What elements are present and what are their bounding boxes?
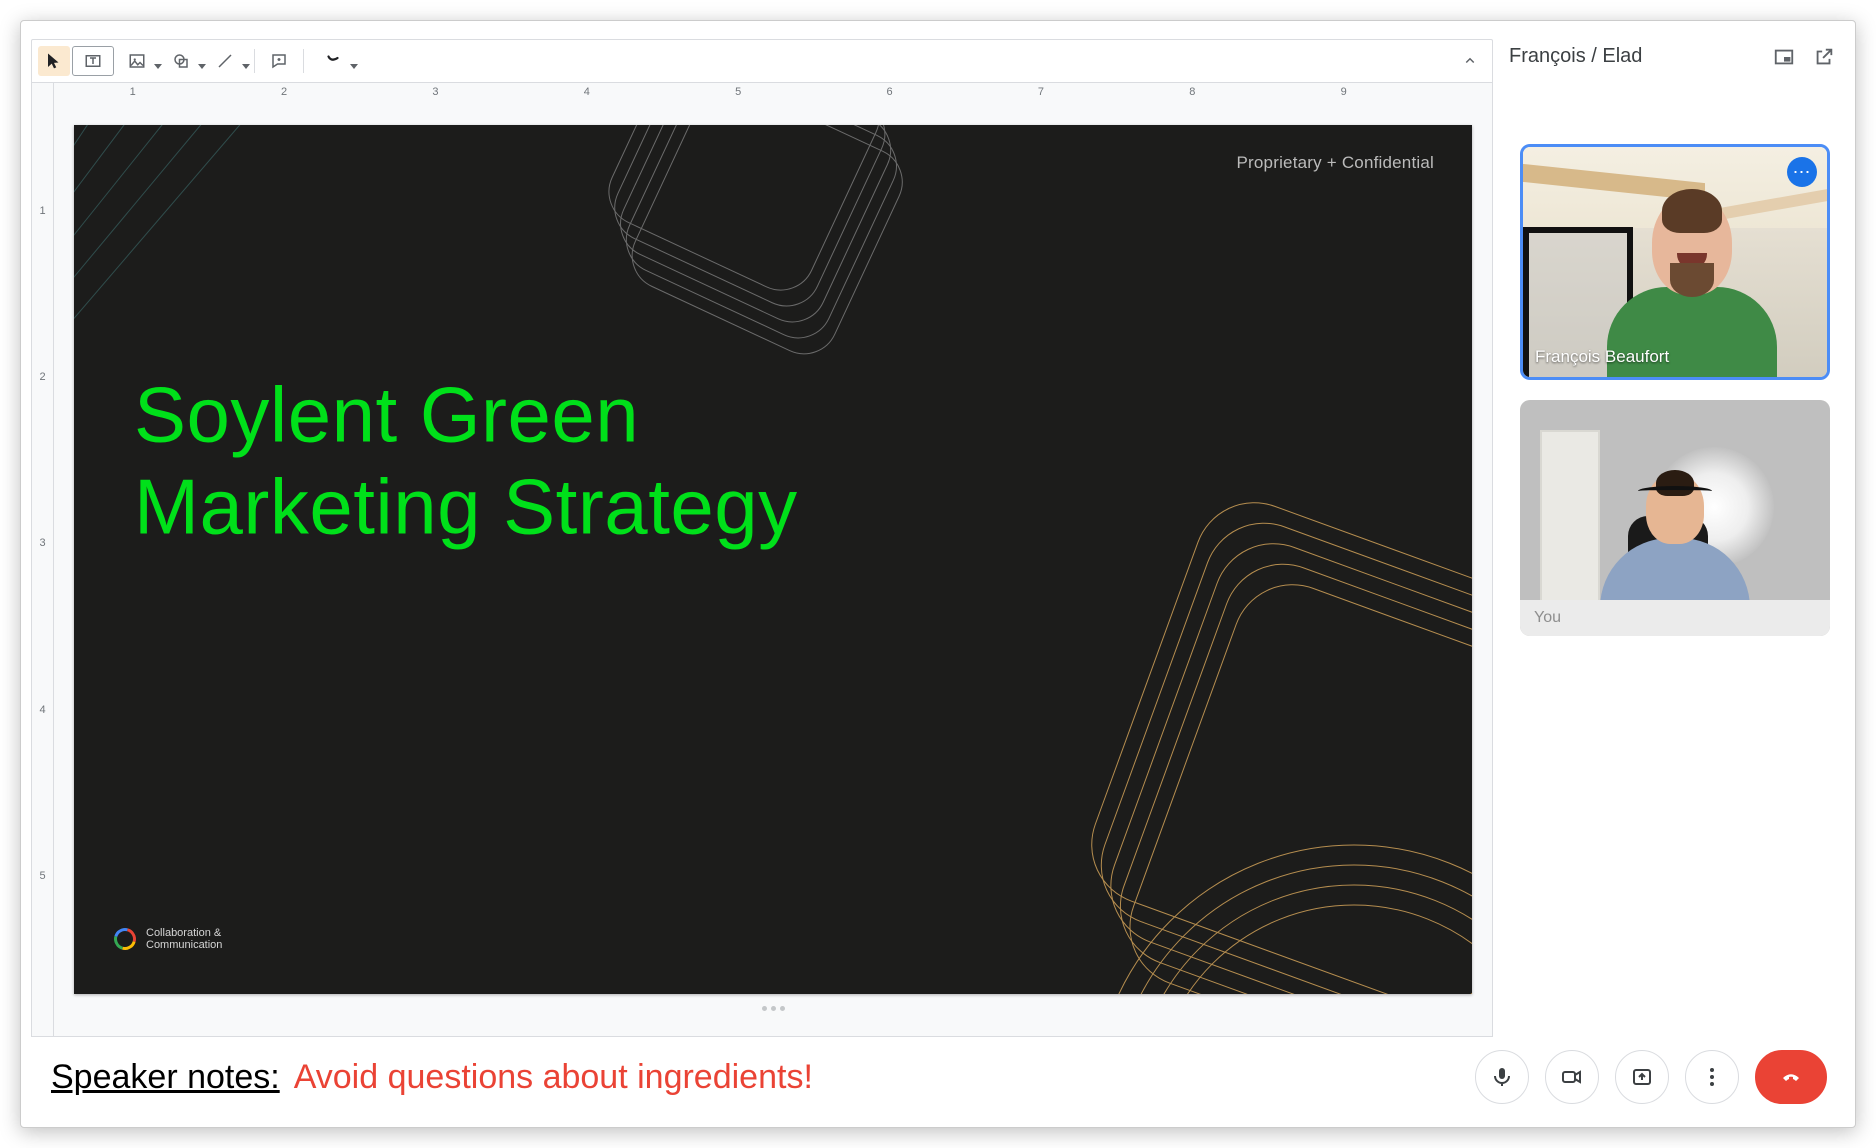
app-frame: 1 2 3 4 5 6 7 8 9 1 2 3 4 5 bbox=[20, 20, 1856, 1128]
ruler-mark: 6 bbox=[887, 83, 893, 105]
present-button[interactable] bbox=[1615, 1050, 1669, 1104]
footer-line1: Collaboration & bbox=[146, 927, 222, 940]
ruler-mark: 2 bbox=[281, 83, 287, 105]
ruler-mark: 1 bbox=[32, 205, 53, 217]
ruler-mark: 5 bbox=[32, 870, 53, 882]
ruler-mark: 2 bbox=[32, 371, 53, 383]
participant-tile[interactable]: ⋯ François Beaufort bbox=[1520, 144, 1830, 380]
toolbar-divider bbox=[303, 49, 304, 73]
ruler-row: 1 2 3 4 5 6 7 8 9 bbox=[31, 83, 1493, 105]
slide-footer-brand: Collaboration & Communication bbox=[114, 927, 222, 952]
image-tool[interactable] bbox=[116, 46, 158, 76]
speaker-notes-label: Speaker notes: bbox=[51, 1058, 280, 1097]
editor-body: 1 2 3 4 5 bbox=[31, 105, 1493, 1037]
slide-canvas-wrap: Proprietary + Confidential Soylent Green… bbox=[54, 105, 1492, 1036]
speaker-notes-drag-handle[interactable] bbox=[762, 1000, 785, 1016]
slide-canvas[interactable]: Proprietary + Confidential Soylent Green… bbox=[74, 125, 1472, 994]
pip-icon[interactable] bbox=[1773, 46, 1795, 68]
textbox-tool[interactable] bbox=[72, 46, 114, 76]
brand-ring-icon bbox=[114, 928, 136, 950]
footer-line2: Communication bbox=[146, 939, 222, 952]
side-panel-title: François / Elad bbox=[1509, 45, 1642, 68]
slide-title-line2: Marketing Strategy bbox=[134, 461, 798, 553]
popout-icon[interactable] bbox=[1813, 46, 1835, 68]
camera-button[interactable] bbox=[1545, 1050, 1599, 1104]
ruler-corner bbox=[32, 83, 54, 105]
mask-tool[interactable] bbox=[312, 46, 354, 76]
mic-button[interactable] bbox=[1475, 1050, 1529, 1104]
speaker-notes-area[interactable]: Speaker notes: Avoid questions about ing… bbox=[31, 1058, 1475, 1097]
ruler-mark: 1 bbox=[130, 83, 136, 105]
speaker-notes-text: Avoid questions about ingredients! bbox=[294, 1058, 813, 1097]
video-feed-placeholder bbox=[1523, 147, 1827, 377]
editor-column: 1 2 3 4 5 6 7 8 9 1 2 3 4 5 bbox=[31, 39, 1493, 1037]
line-tool[interactable] bbox=[204, 46, 246, 76]
ruler-mark: 7 bbox=[1038, 83, 1044, 105]
ruler-mark: 3 bbox=[32, 537, 53, 549]
ruler-mark: 3 bbox=[432, 83, 438, 105]
slide-title-line1: Soylent Green bbox=[134, 369, 798, 461]
participant-name: François Beaufort bbox=[1535, 347, 1669, 367]
more-button[interactable] bbox=[1685, 1050, 1739, 1104]
chevron-down-icon bbox=[350, 64, 358, 69]
select-tool[interactable] bbox=[38, 46, 70, 76]
horizontal-ruler[interactable]: 1 2 3 4 5 6 7 8 9 bbox=[54, 83, 1492, 105]
ruler-mark: 4 bbox=[32, 704, 53, 716]
bottom-bar: Speaker notes: Avoid questions about ing… bbox=[31, 1037, 1845, 1117]
slide-decoration bbox=[74, 125, 1472, 994]
ruler-mark: 9 bbox=[1341, 83, 1347, 105]
end-call-button[interactable] bbox=[1755, 1050, 1827, 1104]
ruler-mark: 4 bbox=[584, 83, 590, 105]
ruler-mark: 5 bbox=[735, 83, 741, 105]
chevron-down-icon bbox=[242, 64, 250, 69]
collapse-toolbar-button[interactable] bbox=[1454, 46, 1486, 76]
side-panel-header: François / Elad bbox=[1505, 39, 1845, 78]
slide-title[interactable]: Soylent Green Marketing Strategy bbox=[134, 369, 798, 553]
video-tiles: ⋯ François Beaufort You bbox=[1505, 138, 1845, 1037]
shape-tool[interactable] bbox=[160, 46, 202, 76]
comment-tool[interactable] bbox=[263, 46, 295, 76]
meet-side-panel: François / Elad bbox=[1505, 39, 1845, 1037]
ruler-mark: 8 bbox=[1189, 83, 1195, 105]
slides-toolbar bbox=[31, 39, 1493, 83]
more-options-icon[interactable]: ⋯ bbox=[1787, 157, 1817, 187]
participant-name: You bbox=[1520, 600, 1830, 636]
vertical-ruler[interactable]: 1 2 3 4 5 bbox=[32, 105, 54, 1036]
meet-controls bbox=[1475, 1050, 1845, 1104]
upper-area: 1 2 3 4 5 6 7 8 9 1 2 3 4 5 bbox=[31, 39, 1845, 1037]
toolbar-divider bbox=[254, 49, 255, 73]
participant-tile[interactable]: You bbox=[1520, 400, 1830, 636]
confidential-label: Proprietary + Confidential bbox=[1237, 153, 1435, 173]
